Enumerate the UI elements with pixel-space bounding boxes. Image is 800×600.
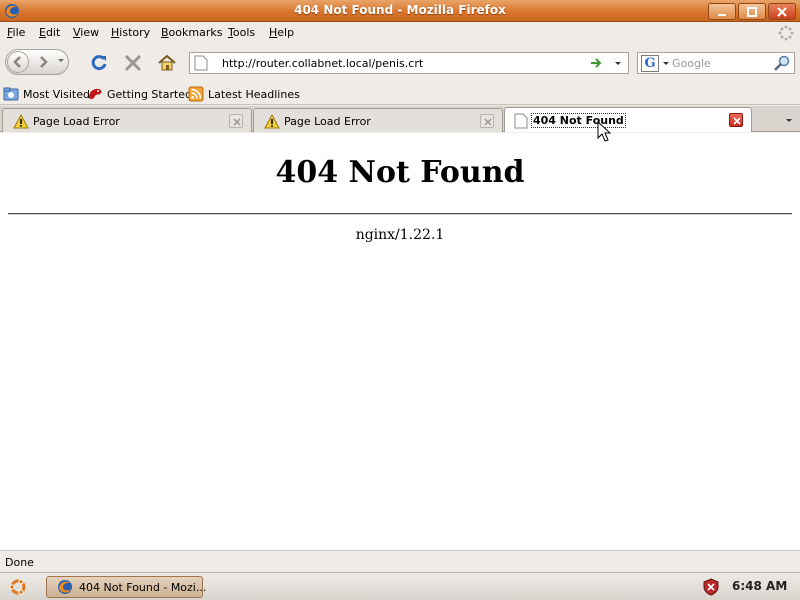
- menu-help[interactable]: Help: [269, 26, 294, 39]
- forward-arrow-icon: [40, 56, 48, 68]
- back-forward-group: [5, 49, 69, 75]
- mouse-cursor-icon: [597, 121, 612, 142]
- menu-bar: File Edit View History Bookmarks Tools H…: [0, 23, 800, 43]
- search-placeholder[interactable]: Google: [672, 57, 711, 70]
- reload-icon[interactable]: [89, 53, 109, 73]
- clock[interactable]: 6:48 AM: [732, 579, 787, 593]
- home-icon[interactable]: [157, 53, 177, 73]
- warning-icon: [264, 114, 280, 129]
- tab-list-button[interactable]: [780, 110, 798, 130]
- taskbar-firefox-window[interactable]: 404 Not Found - Mozi...: [46, 576, 206, 598]
- history-dropdown-icon[interactable]: [57, 58, 65, 64]
- tab-close-button[interactable]: [229, 114, 243, 128]
- tab-close-button[interactable]: [480, 114, 494, 128]
- taskbar: 404 Not Found - Mozi... 6:48 AM: [0, 572, 800, 600]
- close-icon: [777, 7, 787, 17]
- throbber-icon: [778, 25, 794, 41]
- rss-feed-icon: [188, 86, 204, 102]
- menu-view[interactable]: View: [73, 26, 99, 39]
- tab-page-load-error-2[interactable]: Page Load Error: [253, 108, 503, 132]
- warning-icon: [13, 114, 29, 129]
- navigation-toolbar: http://router.collabnet.local/penis.crt …: [0, 44, 800, 80]
- bookmark-most-visited[interactable]: Most Visited: [3, 86, 90, 102]
- server-signature: nginx/1.22.1: [355, 227, 445, 243]
- close-window-button[interactable]: [768, 3, 796, 20]
- menu-tools[interactable]: Tools: [228, 26, 255, 39]
- engine-dropdown-icon[interactable]: [662, 61, 670, 67]
- close-icon: [484, 118, 492, 126]
- chevron-down-icon: [786, 119, 792, 122]
- firefox-icon: [58, 580, 72, 594]
- page-icon: [514, 113, 528, 129]
- site-page-icon: [194, 55, 208, 71]
- search-bar[interactable]: G Google: [637, 52, 795, 74]
- back-arrow-icon: [13, 56, 21, 68]
- bookmarks-toolbar: Most Visited Getting Started Latest Head…: [0, 83, 800, 105]
- ubuntu-menu-icon[interactable]: [8, 577, 28, 597]
- maximize-button[interactable]: [738, 3, 766, 20]
- menu-edit[interactable]: Edit: [39, 26, 60, 39]
- status-text: Done: [5, 556, 34, 569]
- security-shield-icon[interactable]: [703, 578, 719, 596]
- getting-started-icon: [89, 88, 102, 100]
- menu-bookmarks[interactable]: Bookmarks: [161, 26, 222, 39]
- minimize-icon: [718, 14, 726, 16]
- minimize-button[interactable]: [708, 3, 736, 20]
- url-bar[interactable]: http://router.collabnet.local/penis.crt: [189, 52, 629, 74]
- menu-history[interactable]: History: [111, 26, 150, 39]
- stop-icon[interactable]: [123, 53, 143, 73]
- close-icon: [233, 118, 241, 126]
- status-bar: Done: [0, 550, 800, 572]
- url-dropdown-icon[interactable]: [614, 61, 622, 67]
- url-text[interactable]: http://router.collabnet.local/penis.crt: [222, 57, 423, 70]
- tab-page-load-error-1[interactable]: Page Load Error: [2, 108, 252, 132]
- search-icon[interactable]: [773, 55, 791, 72]
- divider: [8, 213, 792, 215]
- page-heading: 404 Not Found: [275, 155, 525, 190]
- bookmark-getting-started[interactable]: Getting Started: [87, 86, 192, 102]
- go-arrow-icon[interactable]: [590, 57, 604, 69]
- window-title: 404 Not Found - Mozilla Firefox: [294, 3, 506, 17]
- page-content: 404 Not Found nginx/1.22.1: [0, 133, 800, 550]
- most-visited-icon: [3, 87, 19, 101]
- tab-bar: Page Load Error Page Load Error 404 Not …: [0, 106, 800, 132]
- forward-button[interactable]: [33, 52, 53, 72]
- search-engine-google-icon[interactable]: G: [641, 55, 659, 72]
- menu-file[interactable]: File: [7, 26, 25, 39]
- title-bar: 404 Not Found - Mozilla Firefox: [0, 0, 800, 22]
- tab-close-button[interactable]: [729, 113, 743, 127]
- close-icon: [733, 117, 741, 125]
- back-button[interactable]: [7, 51, 29, 73]
- tab-404-not-found[interactable]: 404 Not Found: [504, 107, 752, 132]
- maximize-icon: [747, 7, 757, 17]
- bookmark-latest-headlines[interactable]: Latest Headlines: [188, 86, 300, 102]
